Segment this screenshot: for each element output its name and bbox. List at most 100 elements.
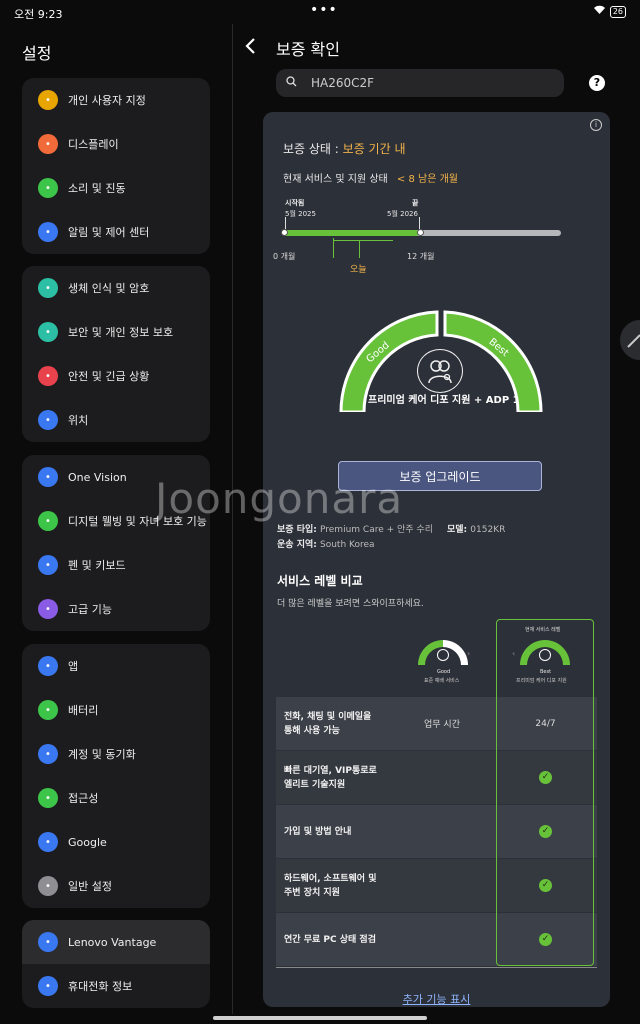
settings-item[interactable]: • 앱 (22, 644, 210, 688)
compare-title: 서비스 레벨 비교 (277, 574, 363, 588)
show-more-features-link[interactable]: 추가 기능 표시 (263, 991, 610, 1007)
apps-icon: • (38, 656, 58, 676)
watermark: Joongonara (155, 474, 404, 523)
status-label: 보증 상태 : (283, 142, 343, 156)
settings-item-label: 배터리 (68, 704, 99, 717)
warranty-status: 보증 상태 : 보증 기간 내 (283, 140, 406, 157)
sound-icon: • (38, 178, 58, 198)
settings-item-label: 위치 (68, 414, 89, 427)
search-input[interactable]: HA260C2F (276, 69, 564, 97)
settings-item[interactable]: • Lenovo Vantage (22, 920, 210, 964)
settings-item[interactable]: • 소리 및 진동 (22, 166, 210, 210)
end-label: 끝 (412, 199, 419, 207)
start-date: 5월 2025 (285, 210, 316, 218)
feature-cell: 연간 무료 PC 상태 점검 (284, 934, 376, 945)
settings-item-label: 소리 및 진동 (68, 182, 126, 195)
page-header: 보증 확인 (244, 36, 340, 60)
table-row: 하드웨어, 소프트웨어 및 주변 장치 지원 ✓ (276, 859, 597, 913)
google-icon: • (38, 832, 58, 852)
settings-item-label: 디스플레이 (68, 138, 119, 151)
settings-group: • 개인 사용자 지정 • 디스플레이 • 소리 및 진동 • 알림 및 제어 센터 (22, 78, 210, 254)
status-bar: 오전 9:23 ••• 26 (0, 0, 640, 24)
timeline-start-knob (281, 229, 288, 236)
warranty-card: i 보증 상태 : 보증 기간 내 현재 서비스 및 지원 상태 < 8 남은 … (263, 112, 610, 1007)
advanced-icon: • (38, 599, 58, 619)
settings-item-label: 앱 (68, 660, 79, 673)
settings-item[interactable]: • 고급 기능 (22, 587, 210, 631)
best-cell: ✓ (494, 859, 597, 912)
warranty-type: 보증 타입: Premium Care + 안주 수리 (277, 522, 433, 535)
current-level-badge: 현재 서비스 레벨 (525, 627, 561, 633)
paint-icon: • (38, 90, 58, 110)
best-cell: ✓ (494, 751, 597, 804)
search-icon (286, 76, 297, 90)
settings-item[interactable]: • 생체 인식 및 암호 (22, 266, 210, 310)
type-value: Premium Care + 안주 수리 (320, 525, 433, 535)
good-cell (390, 751, 494, 804)
help-icon[interactable]: ? (589, 75, 605, 91)
settings-item[interactable]: • 보안 및 개인 정보 보호 (22, 310, 210, 354)
settings-item[interactable]: • 휴대전화 정보 (22, 964, 210, 1008)
emergency-icon: • (38, 366, 58, 386)
best-cell: ✓ (494, 913, 597, 966)
end-date: 5월 2026 (387, 210, 418, 218)
settings-item[interactable]: • 배터리 (22, 688, 210, 732)
settings-item-label: Lenovo Vantage (68, 935, 157, 949)
navigation-handle[interactable] (213, 1016, 427, 1020)
settings-group: • Lenovo Vantage • 휴대전화 정보 (22, 920, 210, 1008)
back-arrow-icon[interactable] (244, 37, 256, 59)
settings-item-label: 알림 및 제어 센터 (68, 226, 150, 239)
settings-item-label: 보안 및 개인 정보 보호 (68, 326, 174, 339)
settings-item-label: 계정 및 동기화 (68, 748, 136, 761)
settings-item[interactable]: • 일반 설정 (22, 864, 210, 908)
accessibility-icon[interactable]: i (590, 119, 602, 131)
settings-item[interactable]: • Google (22, 820, 210, 864)
settings-item[interactable]: • 계정 및 동기화 (22, 732, 210, 776)
service-label: 현재 서비스 및 지원 상태 (283, 174, 388, 185)
region-value: South Korea (320, 540, 375, 550)
check-icon: ✓ (539, 771, 552, 784)
settings-panel: 설정 • 개인 사용자 지정 • 디스플레이 • 소리 및 진동 • 알림 및 제어 센터 • 생… (0, 24, 232, 1024)
one-vision-icon: • (38, 467, 58, 487)
settings-group: • 생체 인식 및 암호 • 보안 및 개인 정보 보호 • 안전 및 긴급 상황 • 위치 (22, 266, 210, 442)
settings-item[interactable]: • 펜 및 키보드 (22, 543, 210, 587)
feature-cell: 가입 및 방법 안내 (284, 826, 352, 837)
more-dots-icon[interactable]: ••• (310, 2, 338, 18)
display-icon: • (38, 134, 58, 154)
settings-item-label: One Vision (68, 470, 127, 484)
battery-icon: • (38, 700, 58, 720)
settings-item[interactable]: • 알림 및 제어 센터 (22, 210, 210, 254)
settings-item[interactable]: • 안전 및 긴급 상황 (22, 354, 210, 398)
search-value: HA260C2F (311, 76, 375, 90)
table-row: 가입 및 방법 안내 ✓ (276, 805, 597, 859)
gear-icon: • (38, 876, 58, 896)
good-cell (390, 805, 494, 858)
lock-icon: • (38, 278, 58, 298)
settings-item[interactable]: • 개인 사용자 지정 (22, 78, 210, 122)
settings-item-label: 생체 인식 및 암호 (68, 282, 150, 295)
vantage-icon: • (38, 932, 58, 952)
accessibility-icon: • (38, 788, 58, 808)
settings-item[interactable]: • 위치 (22, 398, 210, 442)
axis-end: 12 개월 (407, 252, 435, 261)
edge-panel-handle[interactable] (620, 320, 640, 360)
support-person-icon (417, 349, 463, 393)
best-cell: ✓ (494, 805, 597, 858)
best-level-desc: 프리미엄 케어 디포 지원 (516, 678, 567, 684)
location-icon: • (38, 410, 58, 430)
feature-cell: 전화, 채팅 및 이메일을 통해 사용 가능 (284, 711, 372, 736)
chevron-left-icon[interactable]: ‹ (512, 649, 515, 658)
table-row: 빠른 대기열, VIP통로로 엘리트 기술지원 ✓ (276, 751, 597, 805)
good-cell: 업무 시간 (424, 720, 460, 730)
good-cell (390, 913, 494, 966)
battery-icon: 26 (609, 5, 626, 18)
service-status: 현재 서비스 및 지원 상태 < 8 남은 개월 (283, 170, 458, 185)
good-level-desc: 표준 예배 서비스 (424, 678, 460, 684)
table-row: 연간 무료 PC 상태 점검 ✓ (276, 913, 597, 967)
chevron-right-icon[interactable]: › (467, 649, 470, 658)
settings-item[interactable]: • 접근성 (22, 776, 210, 820)
type-label: 보증 타입: (277, 525, 320, 535)
best-cell: 24/7 (535, 718, 556, 729)
settings-item[interactable]: • 디스플레이 (22, 122, 210, 166)
start-label: 시작됨 (285, 199, 305, 207)
